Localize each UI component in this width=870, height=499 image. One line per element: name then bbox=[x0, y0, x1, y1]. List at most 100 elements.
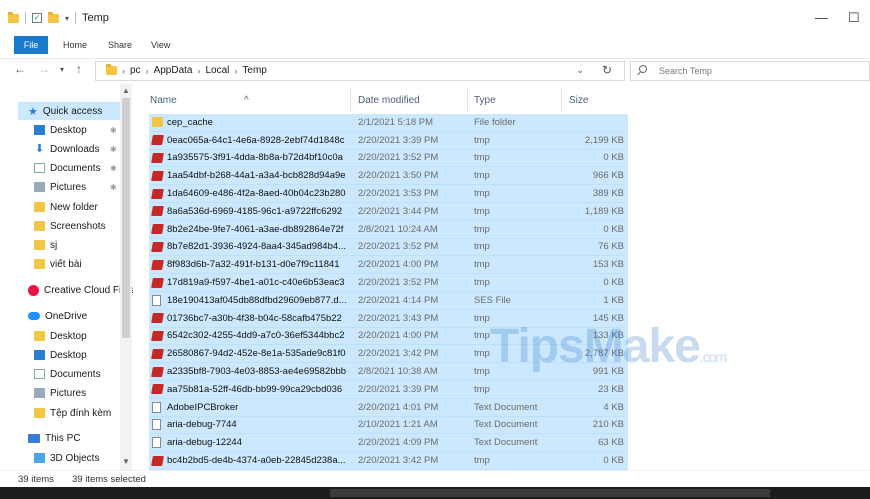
file-row[interactable]: 18e190413af045db88dfbd29609eb877.d... 2/2… bbox=[149, 291, 628, 310]
search-box[interactable]: Search Temp bbox=[630, 61, 870, 81]
file-size: 76 KB bbox=[598, 241, 624, 253]
nav-attachments[interactable]: Tệp đính kèm bbox=[34, 404, 111, 422]
breadcrumb-appdata[interactable]: AppData bbox=[154, 65, 193, 76]
file-name: aa75b81a-52ff-46db-bb99-99ca29cbd036 bbox=[167, 383, 343, 395]
scrollbar-thumb[interactable] bbox=[122, 98, 130, 338]
file-row[interactable]: AdobeIPCBroker 2/20/2021 4:01 PM Text Docu… bbox=[149, 398, 628, 417]
scroll-up-icon[interactable]: ▲ bbox=[122, 86, 130, 95]
pin-icon[interactable]: ✱ bbox=[110, 126, 117, 135]
file-row[interactable]: 1a935575-3f91-4dda-8b8a-b72d4bf10c0a 2/20… bbox=[149, 149, 628, 168]
sort-up-icon: ^ bbox=[244, 95, 249, 106]
file-type: tmp bbox=[474, 241, 490, 253]
refresh-icon[interactable]: ↻ bbox=[602, 63, 612, 77]
minimize-button[interactable]: — bbox=[815, 10, 828, 25]
column-divider[interactable] bbox=[350, 88, 351, 112]
breadcrumb-local[interactable]: Local bbox=[205, 65, 229, 76]
file-row[interactable]: 0eac065a-64c1-4e6a-8928-2ebf74d1848c 2/20… bbox=[149, 131, 628, 150]
nav-new-folder[interactable]: New folder bbox=[34, 198, 98, 216]
file-type: Text Document bbox=[474, 401, 538, 413]
nav-documents[interactable]: Documents ✱ bbox=[34, 159, 117, 177]
nav-label: Pictures bbox=[50, 387, 87, 399]
nav-onedrive-desktop-folder[interactable]: Desktop bbox=[34, 327, 87, 345]
nav-onedrive[interactable]: OneDrive bbox=[28, 307, 87, 325]
column-divider[interactable] bbox=[467, 88, 468, 112]
file-row[interactable]: 8f983d6b-7a32-491f-b131-d0e7f9c11841 2/20… bbox=[149, 256, 628, 275]
pin-icon[interactable]: ✱ bbox=[110, 145, 117, 154]
column-date-modified[interactable]: Date modified bbox=[358, 95, 420, 106]
onedrive-icon bbox=[28, 312, 40, 320]
file-name: 8f983d6b-7a32-491f-b131-d0e7f9c11841 bbox=[167, 259, 340, 271]
nav-scrollbar[interactable]: ▲ ▼ bbox=[120, 84, 132, 470]
breadcrumb-pc[interactable]: pc bbox=[130, 65, 141, 76]
maximize-button[interactable]: ☐ bbox=[848, 10, 860, 26]
file-row[interactable]: 17d819a9-f597-4be1-a01c-c40e6b53eac3 2/20… bbox=[149, 274, 628, 292]
forward-arrow-icon[interactable]: → bbox=[38, 62, 50, 76]
tab-home[interactable]: Home bbox=[63, 36, 87, 54]
nav-label: Desktop bbox=[50, 330, 87, 342]
file-row[interactable]: 1da64609-e486-4f2a-8aed-40b04c23b280 2/20… bbox=[149, 185, 628, 203]
file-row[interactable]: 8b7e82d1-3936-4924-8aa4-345ad984b4... 2/2… bbox=[149, 238, 628, 257]
chevron-down-icon[interactable]: ▾ bbox=[65, 14, 69, 23]
chevron-right-icon[interactable]: › bbox=[234, 66, 237, 76]
nav-label: Documents bbox=[50, 368, 101, 380]
file-type: tmp bbox=[474, 223, 490, 235]
column-divider[interactable] bbox=[561, 88, 562, 112]
nav-quick-access[interactable]: ★ Quick access bbox=[18, 102, 120, 120]
file-date: 2/20/2021 3:39 PM bbox=[358, 134, 439, 146]
file-size: 966 KB bbox=[592, 170, 624, 182]
chevron-down-icon[interactable]: ⌄ bbox=[576, 65, 584, 76]
nav-pictures[interactable]: Pictures ✱ bbox=[34, 178, 117, 196]
chevron-right-icon[interactable]: › bbox=[146, 66, 149, 76]
column-type[interactable]: Type bbox=[474, 95, 496, 106]
file-date: 2/1/2021 5:18 PM bbox=[358, 116, 433, 128]
address-bar[interactable]: › pc › AppData › Local › Temp ⌄ ↻ bbox=[95, 61, 625, 81]
file-row[interactable]: aria-debug-12244 2/20/2021 4:09 PM Text Do… bbox=[149, 434, 628, 453]
column-size[interactable]: Size bbox=[569, 95, 588, 106]
nav-desktop[interactable]: Desktop ✱ bbox=[34, 121, 117, 139]
title-bar: ✓ ▾ Temp — ☐ bbox=[0, 0, 870, 36]
properties-icon[interactable]: ✓ bbox=[32, 13, 42, 23]
tab-file[interactable]: File bbox=[14, 36, 48, 54]
up-arrow-icon[interactable]: ↑ bbox=[76, 62, 82, 76]
nav-label: Screenshots bbox=[50, 220, 106, 232]
file-date: 2/20/2021 3:39 PM bbox=[358, 383, 439, 395]
nav-this-pc[interactable]: This PC bbox=[28, 429, 81, 447]
tmp-file-icon bbox=[151, 188, 164, 199]
recent-locations-icon[interactable]: ▾ bbox=[60, 65, 64, 74]
nav-screenshots[interactable]: Screenshots bbox=[34, 217, 106, 235]
file-row[interactable]: 1aa54dbf-b268-44a1-a3a4-bcb828d94a9e 2/20… bbox=[149, 167, 628, 186]
nav-onedrive-documents[interactable]: Documents bbox=[34, 365, 101, 383]
chevron-right-icon[interactable]: › bbox=[122, 66, 125, 76]
nav-downloads[interactable]: ⬇ Downloads ✱ bbox=[34, 140, 117, 158]
back-arrow-icon[interactable]: ← bbox=[14, 62, 26, 76]
desktop-icon bbox=[34, 125, 45, 135]
pin-icon[interactable]: ✱ bbox=[110, 164, 117, 173]
breadcrumb-temp[interactable]: Temp bbox=[242, 65, 266, 76]
file-row[interactable]: aa75b81a-52ff-46db-bb99-99ca29cbd036 2/20… bbox=[149, 380, 628, 399]
3d-objects-icon bbox=[34, 453, 45, 463]
file-row[interactable]: aria-debug-7744 2/10/2021 1:21 AM Text Doc… bbox=[149, 416, 628, 435]
file-type: tmp bbox=[474, 455, 490, 467]
new-folder-icon[interactable] bbox=[48, 11, 59, 23]
address-row: ← → ▾ ↑ › pc › AppData › Local › Temp ⌄ … bbox=[0, 58, 870, 82]
scroll-down-icon[interactable]: ▼ bbox=[122, 457, 130, 466]
chevron-right-icon[interactable]: › bbox=[197, 66, 200, 76]
file-type: tmp bbox=[474, 134, 490, 146]
nav-label: Desktop bbox=[50, 349, 87, 361]
nav-creative-cloud[interactable]: Creative Cloud Files bbox=[28, 281, 133, 299]
selection-count: 39 items selected bbox=[72, 474, 146, 485]
nav-viet-bai[interactable]: viết bài bbox=[34, 255, 82, 273]
tab-view[interactable]: View bbox=[151, 36, 170, 54]
file-row[interactable]: 8b2e24be-9fe7-4061-a3ae-db892864e72f 2/8/… bbox=[149, 220, 628, 239]
nav-sj[interactable]: sj bbox=[34, 236, 57, 254]
file-row[interactable]: cep_cache 2/1/2021 5:18 PM File folder bbox=[149, 114, 628, 132]
nav-3d-objects[interactable]: 3D Objects bbox=[34, 449, 99, 467]
tab-share[interactable]: Share bbox=[108, 36, 132, 54]
pin-icon[interactable]: ✱ bbox=[110, 183, 117, 192]
nav-onedrive-pictures[interactable]: Pictures bbox=[34, 384, 86, 402]
file-row[interactable]: bc4b2bd5-de4b-4374-a0eb-22845d238a... 2/2… bbox=[149, 452, 628, 470]
file-type: tmp bbox=[474, 188, 490, 200]
nav-onedrive-desktop[interactable]: Desktop bbox=[34, 346, 87, 364]
column-name[interactable]: Name bbox=[150, 95, 177, 106]
file-row[interactable]: 8a6a536d-6969-4185-96c1-a9722ffc6292 2/20… bbox=[149, 202, 628, 221]
